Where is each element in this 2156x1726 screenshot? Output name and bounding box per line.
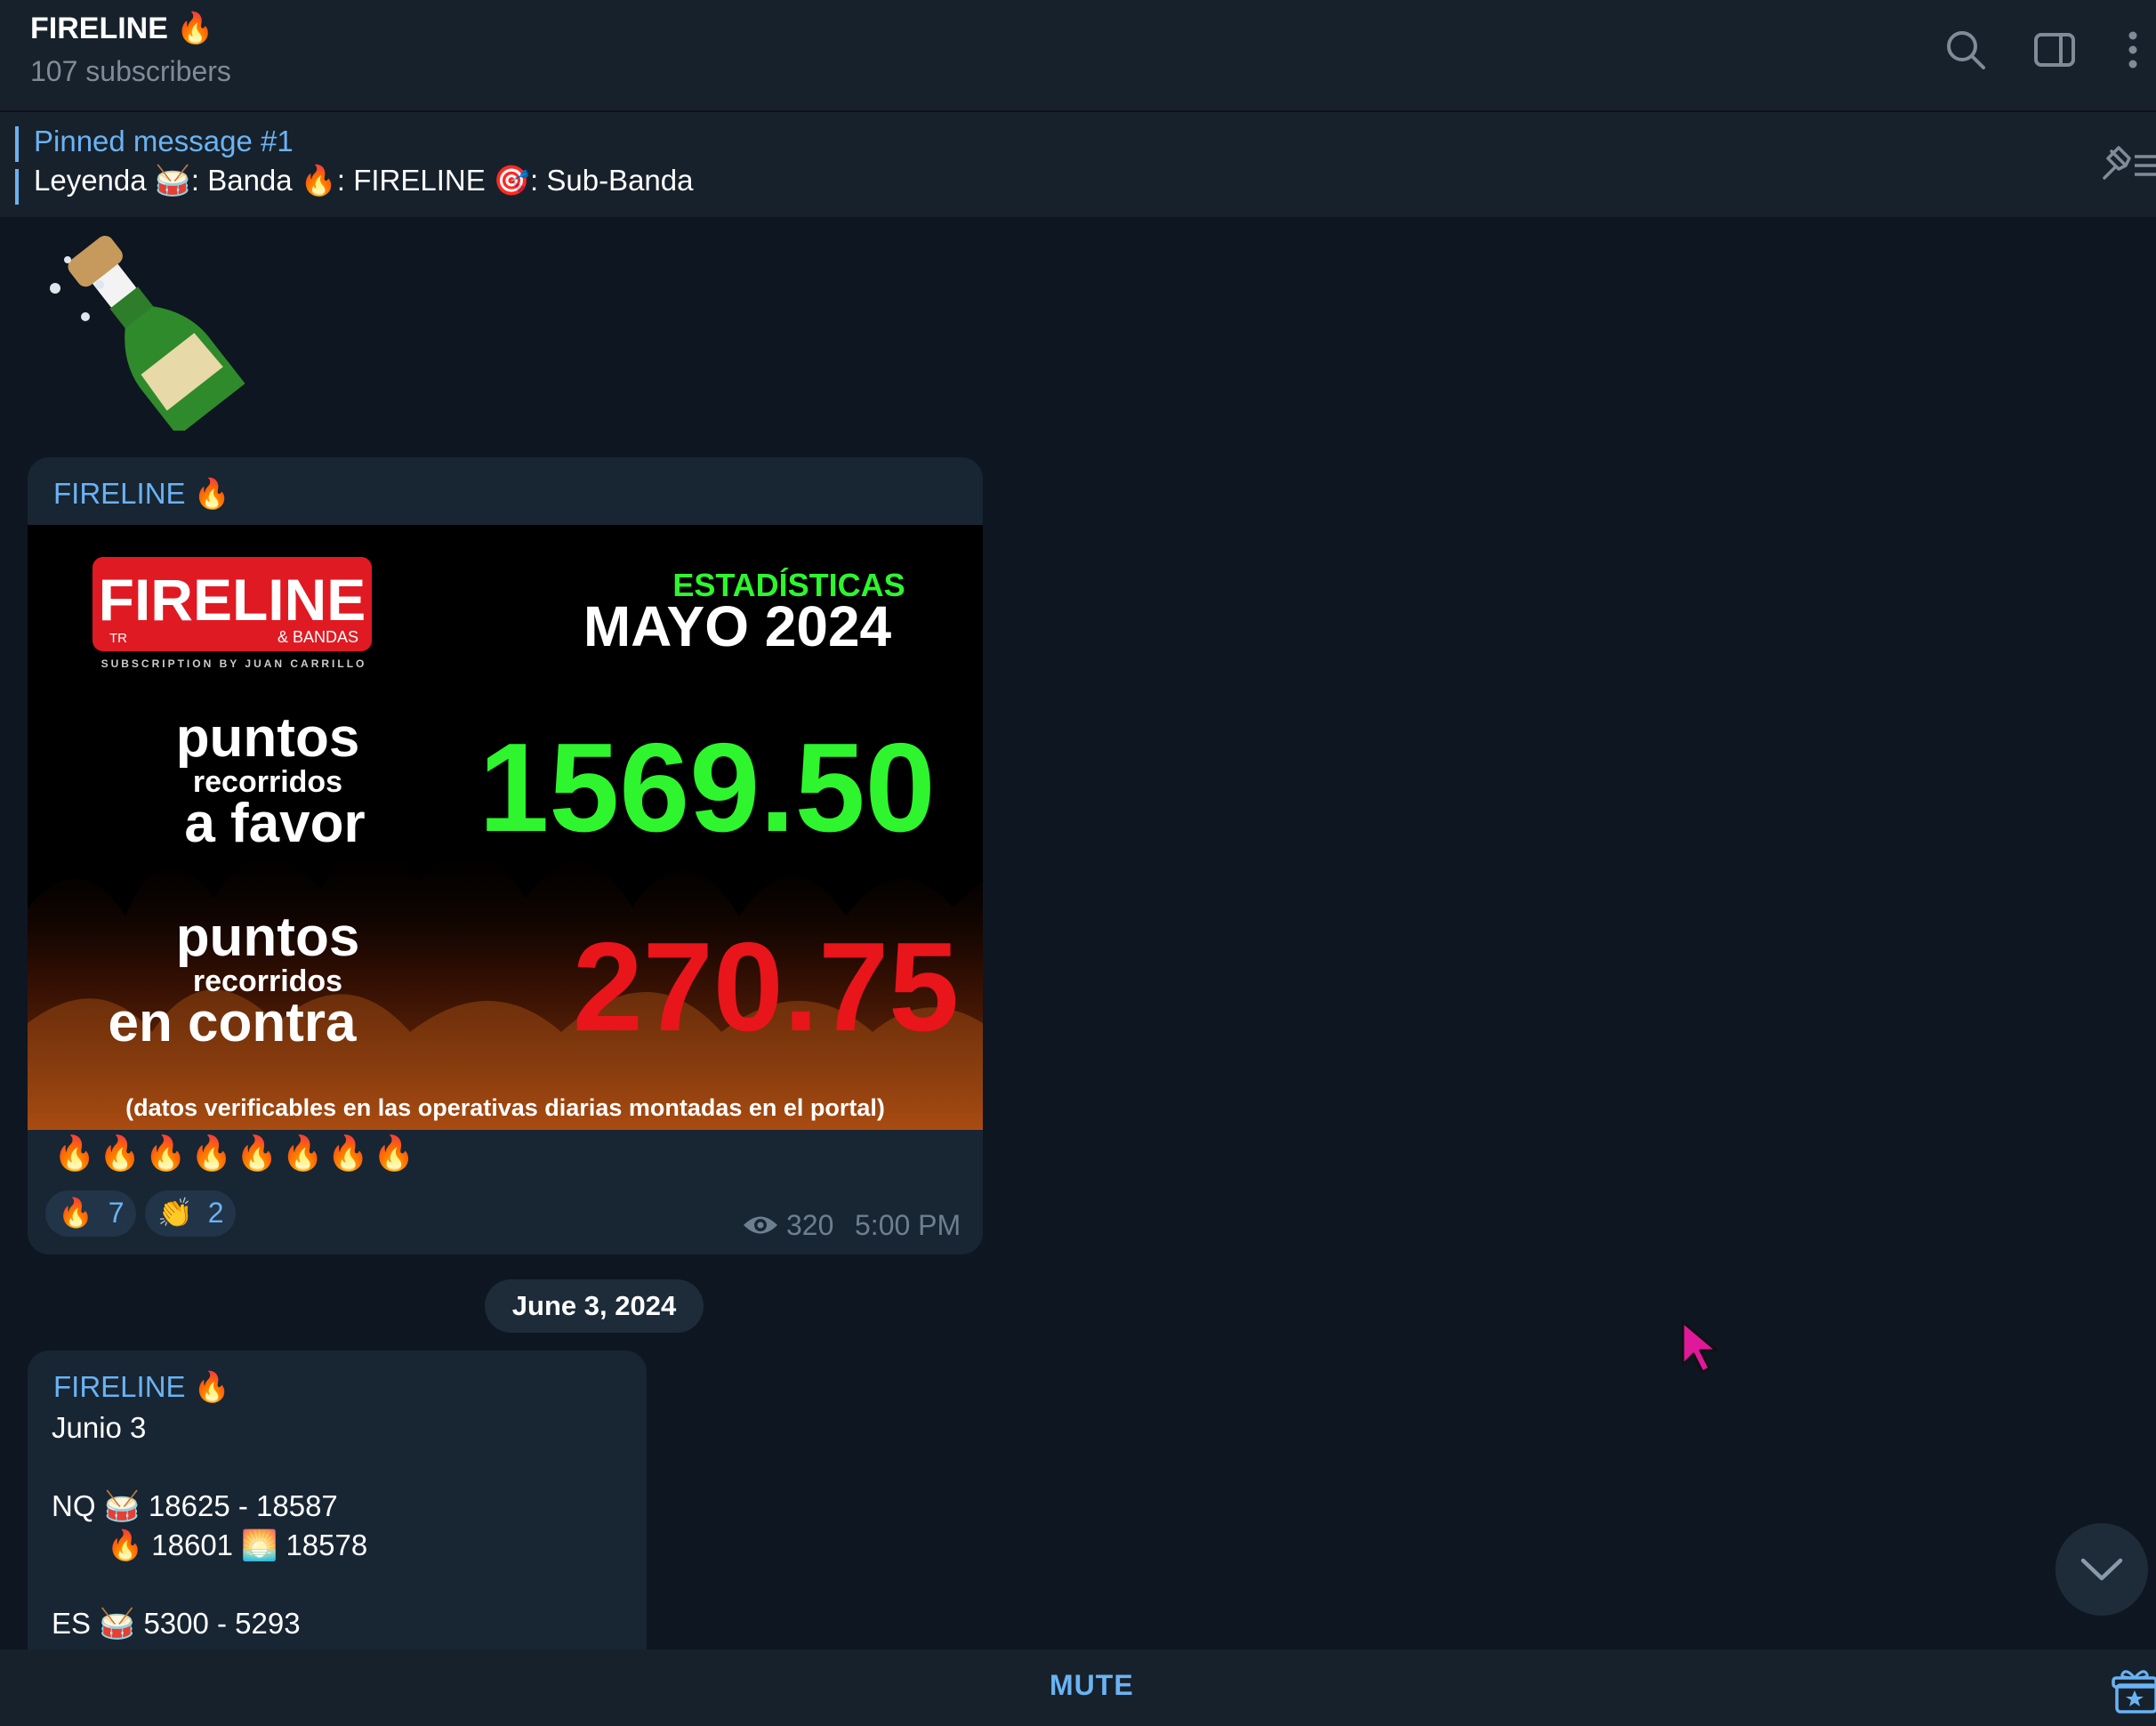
pinned-text: Leyenda 🥁: Banda 🔥: FIRELINE 🎯: Sub-Band… xyxy=(34,164,694,197)
pin-list-icon[interactable] xyxy=(2096,139,2156,192)
reaction-fire-count: 7 xyxy=(108,1197,125,1229)
champagne-sticker[interactable] xyxy=(36,217,258,431)
stats-image-graphic: FIRELINE TR & BANDAS SUBSCRIPTION BY JUA… xyxy=(28,525,983,1130)
date-separator[interactable]: June 3, 2024 xyxy=(485,1279,704,1333)
message-line-nq-levels: 🔥 18601 🌅 18578 xyxy=(107,1528,368,1561)
message-sender[interactable]: FIRELINE 🔥 xyxy=(53,477,230,512)
stats-month: MAYO 2024 xyxy=(583,594,892,658)
chat-header[interactable]: FIRELINE 🔥 107 subscribers xyxy=(0,0,2156,110)
pinned-indicator xyxy=(15,126,19,205)
favor-line1: puntos xyxy=(176,707,360,769)
stats-footnote: (datos verificables en las operativas di… xyxy=(125,1094,885,1121)
logo-tr-text: TR xyxy=(109,631,127,646)
pinned-message-bar[interactable]: Pinned message #1 Leyenda 🥁: Banda 🔥: FI… xyxy=(0,110,2156,217)
eye-icon xyxy=(744,1216,777,1234)
mouse-cursor xyxy=(1681,1320,1718,1374)
logo-main-text: FIRELINE xyxy=(99,567,366,633)
favor-value: 1569.50 xyxy=(479,717,935,859)
chevron-down-icon xyxy=(2080,1558,2123,1581)
stats-image[interactable]: FIRELINE TR & BANDAS SUBSCRIPTION BY JUA… xyxy=(28,525,983,1130)
favor-line3: a favor xyxy=(184,793,365,854)
mute-button[interactable]: MUTE xyxy=(1050,1669,1134,1702)
bottom-bar: MUTE xyxy=(0,1649,2156,1726)
reaction-fire[interactable]: 🔥 7 xyxy=(45,1190,136,1237)
gift-icon[interactable] xyxy=(2112,1667,2156,1714)
message-time: 5:00 PM xyxy=(855,1209,961,1241)
subscriber-count: 107 subscribers xyxy=(30,55,231,87)
channel-title[interactable]: FIRELINE 🔥 xyxy=(30,11,214,46)
scroll-to-bottom-button[interactable] xyxy=(2055,1523,2148,1616)
contra-line3: en contra xyxy=(108,992,357,1053)
message-sender-2[interactable]: FIRELINE 🔥 xyxy=(53,1370,230,1405)
message-text: 🔥🔥🔥🔥🔥🔥🔥🔥 xyxy=(53,1135,419,1173)
reaction-clap-count: 2 xyxy=(207,1197,224,1229)
logo-tagline: SUBSCRIPTION BY JUAN CARRILLO xyxy=(101,657,367,670)
message-line-nq: NQ 🥁 18625 - 18587 xyxy=(52,1489,338,1522)
contra-line1: puntos xyxy=(176,907,360,968)
reaction-fire-emoji: 🔥 xyxy=(58,1197,93,1229)
pinned-title: Pinned message #1 xyxy=(34,125,294,157)
more-vertical-icon[interactable] xyxy=(2108,25,2144,75)
view-count: 320 xyxy=(786,1209,834,1241)
reaction-clap-emoji: 👏 xyxy=(157,1197,193,1229)
message-line-date: Junio 3 xyxy=(52,1411,147,1444)
logo-sub-text: & BANDAS xyxy=(278,628,358,646)
reaction-clap[interactable]: 👏 2 xyxy=(145,1190,236,1237)
contra-value: 270.75 xyxy=(573,916,959,1058)
search-icon[interactable] xyxy=(1941,25,1991,75)
sidebar-toggle-icon[interactable] xyxy=(2030,25,2080,75)
message-line-es: ES 🥁 5300 - 5293 xyxy=(52,1607,301,1640)
